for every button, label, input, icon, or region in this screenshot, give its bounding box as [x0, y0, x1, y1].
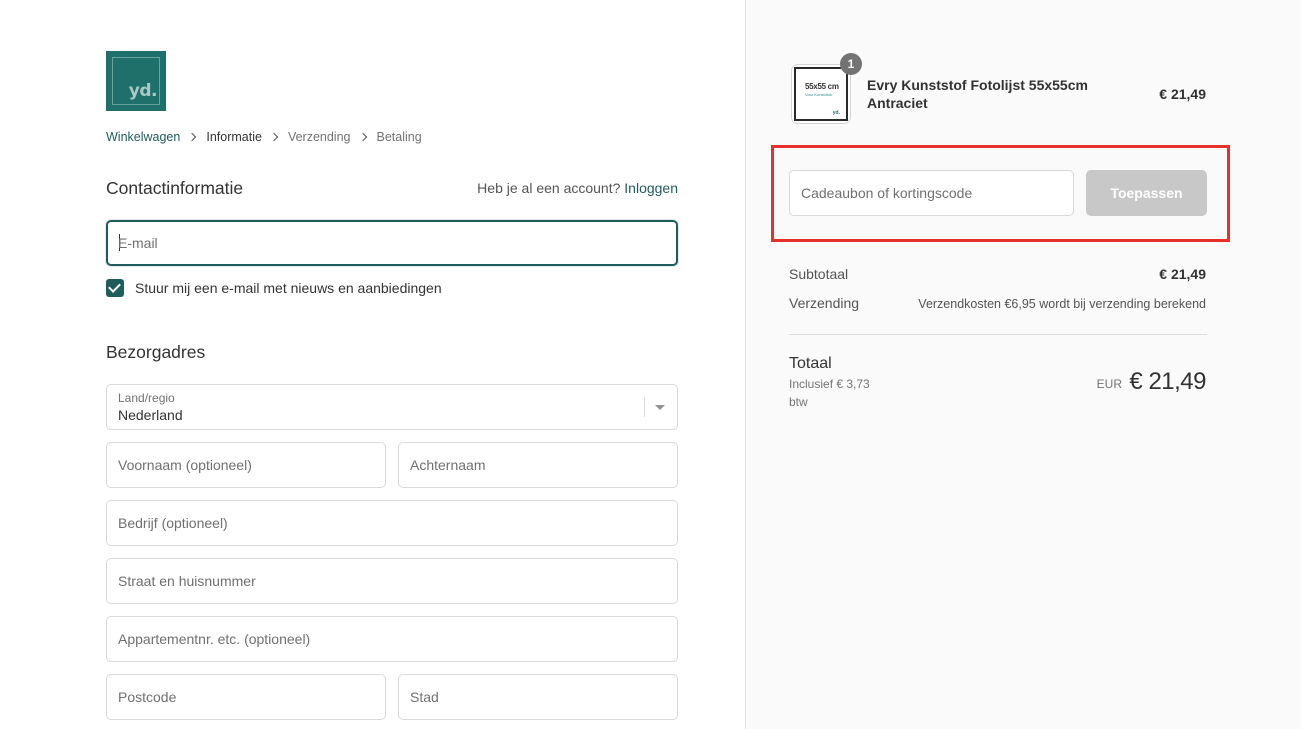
thumb-size-text: 55x55 cm	[805, 82, 839, 91]
chevron-down-icon	[655, 405, 665, 410]
shipping-label: Verzending	[789, 295, 860, 311]
country-select[interactable]: Land/regio Nederland	[106, 384, 678, 430]
total-value: € 21,49	[1129, 368, 1206, 395]
product-price: € 21,49	[1159, 86, 1206, 102]
product-name: Evry Kunststof Fotolijst 55x55cm Antraci…	[867, 77, 1088, 111]
total-label: Totaal	[789, 355, 832, 372]
breadcrumb-payment: Betaling	[376, 130, 422, 144]
email-field[interactable]: E-mail	[106, 220, 678, 266]
chevron-right-icon	[269, 132, 279, 142]
apartment-placeholder: Appartementnr. etc. (optioneel)	[118, 631, 311, 647]
postcode-placeholder: Postcode	[118, 689, 177, 705]
city-placeholder: Stad	[410, 689, 439, 705]
first-name-field[interactable]: Voornaam (optioneel)	[106, 442, 386, 488]
last-name-field[interactable]: Achternaam	[398, 442, 678, 488]
breadcrumb: Winkelwagen Informatie Verzending Betali…	[106, 130, 422, 144]
chevron-right-icon	[358, 132, 367, 142]
breadcrumb-information: Informatie	[206, 130, 262, 144]
logo-text: yd.	[128, 81, 158, 101]
login-link[interactable]: Inloggen	[624, 180, 678, 196]
country-label: Land/regio	[118, 391, 175, 405]
newsletter-checkbox[interactable]	[106, 279, 124, 297]
shipping-value: Verzendkosten €6,95 wordt bij verzending…	[918, 297, 1206, 311]
account-prompt-text: Heb je al een account?	[477, 180, 621, 196]
product-thumbnail: 55x55 cm Voor Kunstdruk yd.	[791, 64, 851, 124]
currency-code: EUR	[1096, 377, 1122, 391]
discount-placeholder: Cadeaubon of kortingscode	[801, 185, 973, 201]
account-prompt: Heb je al een account? Inloggen	[477, 180, 678, 196]
first-name-placeholder: Voornaam (optioneel)	[118, 457, 252, 473]
email-placeholder: E-mail	[118, 235, 158, 251]
discount-code-input[interactable]: Cadeaubon of kortingscode	[789, 170, 1074, 216]
quantity-badge: 1	[840, 53, 862, 75]
store-logo[interactable]: yd.	[106, 51, 166, 111]
last-name-placeholder: Achternaam	[410, 457, 486, 473]
breadcrumb-shipping: Verzending	[287, 130, 351, 144]
tax-note: Inclusief € 3,73 btw	[789, 377, 870, 409]
city-field[interactable]: Stad	[398, 674, 678, 720]
chevron-right-icon	[188, 132, 197, 142]
order-summary-panel: 55x55 cm Voor Kunstdruk yd. 1 Evry Kunst…	[745, 0, 1301, 729]
company-field[interactable]: Bedrijf (optioneel)	[106, 500, 678, 546]
summary-divider	[789, 334, 1207, 335]
company-placeholder: Bedrijf (optioneel)	[118, 515, 228, 531]
street-placeholder: Straat en huisnummer	[118, 573, 256, 589]
breadcrumb-cart[interactable]: Winkelwagen	[106, 130, 180, 144]
street-field[interactable]: Straat en huisnummer	[106, 558, 678, 604]
select-divider	[644, 397, 645, 417]
subtotal-label: Subtotaal	[789, 266, 849, 282]
contact-heading: Contactinformatie	[106, 178, 244, 198]
thumb-logo: yd.	[832, 110, 840, 116]
postcode-field[interactable]: Postcode	[106, 674, 386, 720]
apply-discount-button[interactable]: Toepassen	[1086, 170, 1207, 216]
checkout-form-panel: yd. Winkelwagen Informatie Verzending Be…	[0, 0, 745, 729]
thumb-sub-text: Voor Kunstdruk	[805, 92, 833, 97]
apartment-field[interactable]: Appartementnr. etc. (optioneel)	[106, 616, 678, 662]
frame-image: 55x55 cm Voor Kunstdruk yd.	[794, 67, 848, 121]
subtotal-value: € 21,49	[1159, 266, 1206, 282]
shipping-heading: Bezorgadres	[106, 342, 206, 362]
country-value: Nederland	[118, 407, 183, 423]
newsletter-label[interactable]: Stuur mij een e-mail met nieuws en aanbi…	[135, 280, 442, 296]
